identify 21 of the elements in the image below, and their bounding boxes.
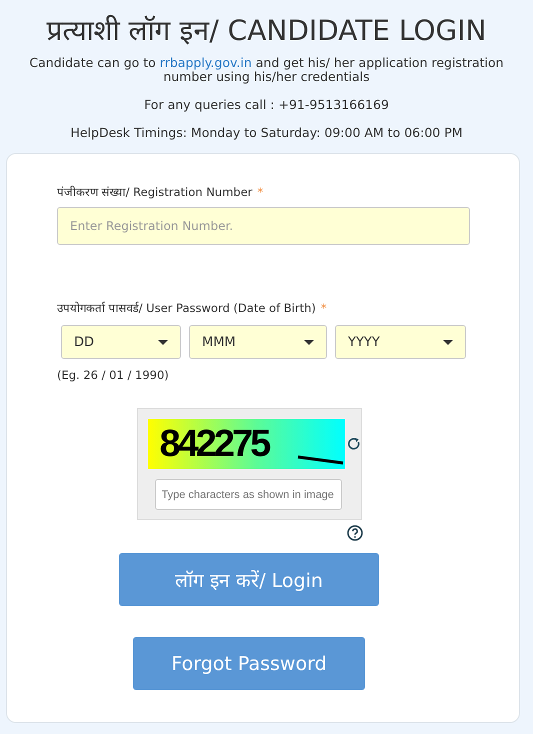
caret-icon	[158, 340, 168, 344]
date-select[interactable]: MMM	[189, 325, 327, 359]
site-link[interactable]: rrbapply.gov.in	[160, 55, 252, 70]
required-mark: *	[320, 301, 327, 315]
captcha-image: 842275	[148, 419, 345, 469]
captcha-input[interactable]: Type characters as shown in image	[154, 479, 342, 510]
example-text: (Eg. 26 / 01 / 1990)	[57, 368, 170, 382]
intro-text: Candidate can go to rrbapply.gov.in and get his/ her application registration number using his/her credentials	[28, 56, 505, 84]
help-icon[interactable]	[347, 525, 363, 541]
date-select[interactable]: DD	[61, 325, 181, 359]
required-mark: *	[257, 185, 264, 199]
registration-input[interactable]: Enter Registration Number.	[57, 207, 470, 245]
field-label: उपयोगकर्ता पासवर्ड/ User Password (Date of Birth) *	[57, 300, 328, 315]
timings-text: HelpDesk Timings: Monday to Saturday: 09:00 AM to 06:00 PM	[70, 125, 463, 140]
refresh-icon[interactable]	[346, 437, 360, 451]
field-label: पंजीकरण संख्या/ Registration Number *	[57, 184, 264, 199]
date-select[interactable]: YYYY	[335, 325, 466, 359]
caret-icon	[443, 340, 453, 344]
helpline-text: For any queries call : +91-9513166169	[144, 97, 389, 112]
caret-icon	[304, 340, 314, 344]
page-title: प्रत्याशी लॉग इन/ CANDIDATE LOGIN	[46, 13, 486, 48]
